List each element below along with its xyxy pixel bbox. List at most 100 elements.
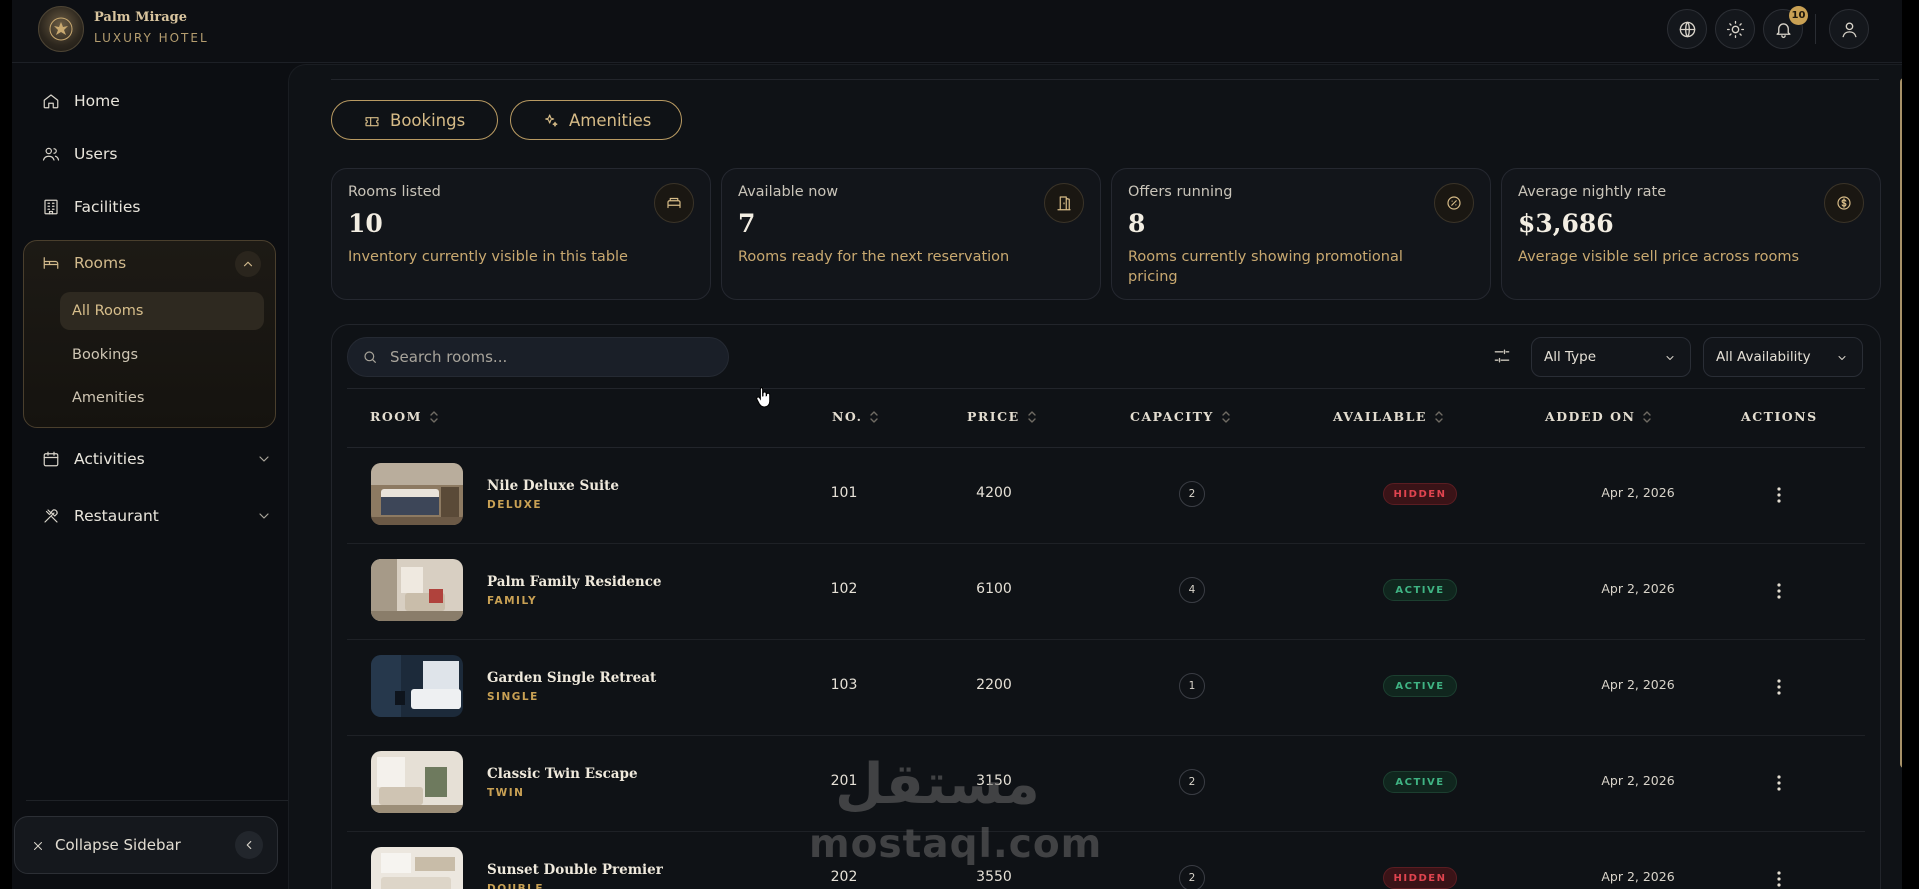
stat-label: Offers running	[1128, 184, 1233, 200]
tab-amenities[interactable]: Amenities	[510, 100, 682, 140]
sidebar-item-label: Facilities	[74, 198, 141, 216]
sidebar-item-activities[interactable]: Activities	[34, 439, 286, 479]
sidebar-item-restaurant[interactable]: Restaurant	[34, 496, 286, 536]
main-content: Bookings Amenities Rooms listed 10 Inven…	[288, 64, 1902, 889]
more-vertical-icon	[1777, 583, 1781, 599]
column-header-room[interactable]: ROOM	[370, 409, 438, 424]
stat-value: 7	[738, 209, 756, 238]
room-number: 103	[830, 677, 858, 693]
room-name: Sunset Double Premier	[487, 862, 663, 878]
watermark-latin: mostaql.com	[809, 822, 1103, 867]
room-capacity: 2	[1179, 769, 1205, 795]
tab-label: Amenities	[569, 110, 652, 130]
row-actions-menu-button[interactable]	[1769, 485, 1789, 505]
sidebar-item-facilities[interactable]: Facilities	[34, 187, 286, 227]
room-capacity: 2	[1179, 865, 1205, 889]
sidebar-subitem-bookings[interactable]: Bookings	[60, 336, 264, 374]
sort-icon	[1435, 410, 1443, 423]
page-scrollbar[interactable]	[1900, 78, 1902, 768]
stat-card-rooms-listed: Rooms listed 10 Inventory currently visi…	[331, 168, 711, 300]
room-thumbnail	[371, 559, 463, 621]
top-bar: Palm Mirage LUXURY HOTEL 10	[12, 0, 1902, 63]
row-actions-menu-button[interactable]	[1769, 869, 1789, 889]
profile-button[interactable]	[1829, 9, 1869, 49]
table-row[interactable]: Nile Deluxe Suite DELUXE 101 4200 2 HIDD…	[347, 447, 1865, 544]
chevron-left-button[interactable]	[235, 831, 263, 859]
sidebar-subitem-all-rooms[interactable]: All Rooms	[60, 292, 264, 330]
brand-name: Palm Mirage	[94, 10, 188, 25]
room-type: TWIN	[487, 787, 525, 799]
notification-count-badge: 10	[1789, 6, 1808, 25]
sidebar-item-rooms[interactable]: Rooms	[24, 241, 275, 285]
stat-value: 8	[1128, 209, 1146, 238]
home-icon	[42, 92, 60, 110]
room-thumbnail	[371, 847, 463, 889]
status-badge: HIDDEN	[1383, 483, 1457, 505]
collapse-sidebar-button[interactable]: Collapse Sidebar	[14, 816, 278, 874]
sidebar-divider	[26, 800, 288, 801]
table-row[interactable]: Palm Family Residence FAMILY 102 6100 4 …	[347, 543, 1865, 640]
sidebar-item-label: Activities	[74, 450, 145, 468]
status-badge: ACTIVE	[1383, 771, 1457, 793]
search-input[interactable]: Search rooms...	[347, 337, 729, 377]
hotel-logo[interactable]	[38, 6, 84, 52]
tab-label: Bookings	[390, 110, 466, 130]
top-divider	[1815, 14, 1816, 44]
type-filter-select[interactable]: All Type	[1531, 337, 1691, 377]
room-thumbnail	[371, 655, 463, 717]
language-button[interactable]	[1667, 9, 1707, 49]
sort-icon	[430, 410, 438, 423]
sidebar-item-label: Rooms	[74, 254, 127, 272]
notifications-button[interactable]: 10	[1763, 6, 1808, 49]
added-date: Apr 2, 2026	[1601, 677, 1675, 692]
watermark: مستقل mostaql.com	[805, 752, 1101, 872]
room-number: 102	[830, 581, 858, 597]
row-actions-menu-button[interactable]	[1769, 773, 1789, 793]
table-row[interactable]: Sunset Double Premier DOUBLE 202 3550 2 …	[347, 831, 1865, 889]
row-actions-menu-button[interactable]	[1769, 581, 1789, 601]
room-type: FAMILY	[487, 595, 538, 607]
sidebar-item-label: Users	[74, 145, 118, 163]
chevron-down-icon	[1836, 352, 1848, 364]
sidebar-item-users[interactable]: Users	[34, 134, 286, 174]
chevron-down-icon	[256, 508, 272, 524]
sort-icon	[870, 410, 879, 423]
column-header-capacity[interactable]: CAPACITY	[1130, 409, 1230, 424]
room-name: Garden Single Retreat	[487, 670, 657, 686]
column-header-added-on[interactable]: ADDED ON	[1545, 409, 1652, 424]
building-icon	[42, 198, 60, 216]
stat-card-offers-running: Offers running 8 Rooms currently showing…	[1111, 168, 1491, 300]
sidebar-item-home[interactable]: Home	[34, 81, 286, 121]
sidebar-subitem-amenities[interactable]: Amenities	[60, 379, 264, 417]
stat-label: Available now	[738, 184, 839, 200]
stat-description: Inventory currently visible in this tabl…	[348, 249, 628, 265]
column-header-price[interactable]: PRICE	[967, 409, 1036, 424]
brand-subtitle: LUXURY HOTEL	[94, 31, 209, 45]
door-icon	[1044, 183, 1084, 223]
percent-badge-icon	[1434, 183, 1474, 223]
table-row[interactable]: Classic Twin Escape TWIN 201 3150 2 ACTI…	[347, 735, 1865, 832]
stat-description: Average visible sell price across rooms	[1518, 249, 1800, 265]
theme-toggle-button[interactable]	[1715, 9, 1755, 49]
stat-description: Rooms currently showing promotional pric…	[1128, 249, 1403, 285]
more-vertical-icon	[1777, 775, 1781, 791]
availability-filter-value: All Availability	[1716, 349, 1811, 365]
room-price: 4200	[976, 485, 1012, 501]
more-vertical-icon	[1777, 487, 1781, 503]
table-row[interactable]: Garden Single Retreat SINGLE 103 2200 1 …	[347, 639, 1865, 736]
filter-settings-icon[interactable]	[1492, 346, 1512, 366]
row-actions-menu-button[interactable]	[1769, 677, 1789, 697]
tab-bookings[interactable]: Bookings	[331, 100, 498, 140]
search-placeholder: Search rooms...	[390, 348, 508, 366]
status-badge: HIDDEN	[1383, 867, 1457, 889]
column-header-number[interactable]: NO.	[832, 409, 879, 424]
availability-filter-select[interactable]: All Availability	[1703, 337, 1863, 377]
column-header-available[interactable]: AVAILABLE	[1333, 409, 1443, 424]
main-top-divider	[331, 79, 1879, 80]
rooms-collapse-toggle[interactable]	[235, 251, 261, 277]
chevron-down-icon	[256, 451, 272, 467]
table-header: ROOM NO. PRICE CAPACITY AVAILABLE ADDED …	[347, 388, 1865, 448]
sort-icon	[1643, 410, 1652, 423]
dollar-icon	[1824, 183, 1864, 223]
column-header-actions: ACTIONS	[1741, 409, 1818, 424]
